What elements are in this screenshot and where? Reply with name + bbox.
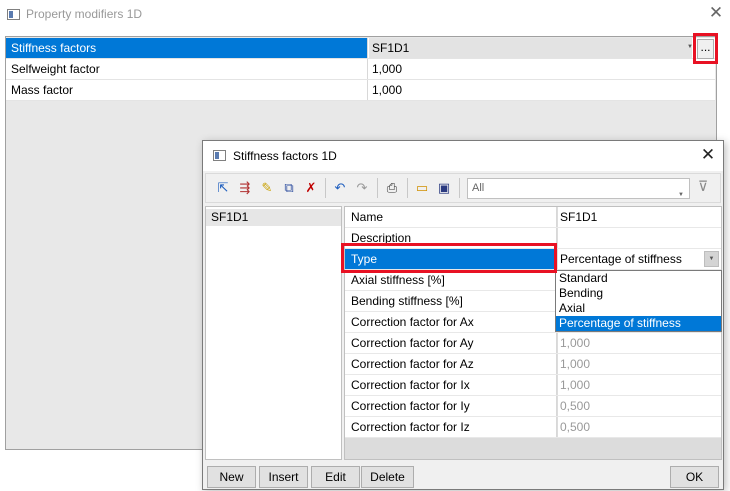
outer-title-bar: Property modifiers 1D ✕ (0, 0, 730, 30)
list-item[interactable]: SF1D1 (206, 209, 341, 226)
type-option-axial[interactable]: Axial (556, 301, 721, 316)
detail-grid: Name SF1D1 Description Type Percentage o… (344, 206, 722, 460)
detail-value[interactable]: 0,500 (558, 396, 721, 416)
button-bar: New Insert Edit Delete OK (205, 463, 721, 489)
detail-name: Correction factor for Iy (345, 396, 557, 416)
edit-button[interactable]: Edit (311, 466, 360, 488)
type-option-bending[interactable]: Bending (556, 286, 721, 301)
prop-value[interactable]: 1,000 (369, 80, 715, 100)
outer-window-title: Property modifiers 1D (26, 7, 143, 21)
delete-button[interactable]: Delete (361, 466, 414, 488)
detail-name: Correction factor for Ix (345, 375, 557, 395)
filter-select[interactable]: All ▼ (467, 178, 690, 199)
detail-name: Name (345, 207, 557, 227)
prop-row-stiffness[interactable]: Stiffness factors SF1D1 ▼ (6, 38, 715, 59)
filter-funnel-icon[interactable]: ⊽ (694, 178, 712, 198)
detail-row[interactable]: Name SF1D1 (345, 207, 721, 228)
new-button[interactable]: New (207, 466, 256, 488)
print-icon[interactable]: ⎙ (383, 179, 401, 197)
toolbar-separator (325, 178, 326, 198)
inner-title-bar: Stiffness factors 1D ✕ (203, 141, 723, 171)
dropdown-arrow-icon[interactable]: ▼ (704, 251, 719, 267)
prop-name: Mass factor (6, 80, 368, 100)
type-option-percentage[interactable]: Percentage of stiffness (556, 316, 721, 331)
type-value: Percentage of stiffness (560, 252, 682, 266)
detail-value[interactable]: 1,000 (558, 354, 721, 374)
detail-name: Correction factor for Az (345, 354, 557, 374)
detail-name: Correction factor for Iz (345, 417, 557, 437)
inner-close-icon[interactable]: ✕ (698, 144, 718, 166)
dropdown-arrow-icon[interactable]: ▼ (687, 44, 693, 50)
detail-row[interactable]: Description (345, 228, 721, 249)
app-window-icon (213, 150, 226, 161)
prop-value[interactable]: SF1D1 (369, 38, 692, 58)
detail-name: Correction factor for Ax (345, 312, 557, 332)
edit-pen-icon[interactable]: ✎ (258, 179, 276, 197)
property-grid: Stiffness factors SF1D1 ▼ Selfweight fac… (6, 38, 715, 101)
duplicate-icon[interactable]: ⧉ (280, 179, 298, 197)
type-dropdown-list: Standard Bending Axial Percentage of sti… (555, 270, 722, 332)
detail-row[interactable]: Correction factor for Ay 1,000 (345, 333, 721, 354)
detail-row[interactable]: Correction factor for Iy 0,500 (345, 396, 721, 417)
detail-row[interactable]: Correction factor for Az 1,000 (345, 354, 721, 375)
detail-name: Bending stiffness [%] (345, 291, 557, 311)
toolbar-separator (377, 178, 378, 198)
item-list: SF1D1 (205, 206, 342, 460)
undo-icon[interactable]: ↶ (331, 179, 349, 197)
inner-window-title: Stiffness factors 1D (233, 149, 337, 163)
ok-button[interactable]: OK (670, 466, 719, 488)
insert-button[interactable]: Insert (259, 466, 308, 488)
detail-row[interactable]: Correction factor for Iz 0,500 (345, 417, 721, 438)
prop-name: Selfweight factor (6, 59, 368, 79)
detail-name: Type (345, 249, 557, 269)
detail-value[interactable]: SF1D1 (558, 207, 721, 227)
detail-name: Correction factor for Ay (345, 333, 557, 353)
detail-value[interactable]: 0,500 (558, 417, 721, 437)
toolbar-separator (407, 178, 408, 198)
type-combo[interactable]: Percentage of stiffness ▼ (558, 249, 721, 269)
prop-row-selfweight[interactable]: Selfweight factor 1,000 (6, 59, 715, 80)
dropdown-arrow-icon: ▼ (678, 192, 684, 198)
outer-close-icon[interactable]: ✕ (706, 3, 726, 23)
redo-icon[interactable]: ↷ (353, 179, 371, 197)
detail-row-type[interactable]: Type Percentage of stiffness ▼ (345, 249, 721, 270)
import-icon[interactable]: ⇱ (214, 179, 232, 197)
detail-value[interactable] (558, 228, 721, 248)
open-folder-icon[interactable]: ▭ (413, 179, 431, 197)
prop-row-mass[interactable]: Mass factor 1,000 (6, 80, 715, 101)
prop-value[interactable]: 1,000 (369, 59, 715, 79)
app-window-icon (7, 9, 20, 20)
detail-value[interactable]: 1,000 (558, 333, 721, 353)
copy-to-icon[interactable]: ⇶ (236, 179, 254, 197)
delete-icon[interactable]: ✗ (302, 179, 320, 197)
save-icon[interactable]: ▣ (435, 179, 453, 197)
type-option-standard[interactable]: Standard (556, 271, 721, 286)
toolbar-separator (459, 178, 460, 198)
edit-stiffness-ellipsis-button[interactable]: ... (697, 39, 714, 59)
toolbar: ⇱ ⇶ ✎ ⧉ ✗ ↶ ↷ ⎙ ▭ ▣ All ▼ ⊽ (205, 173, 721, 203)
detail-value[interactable]: 1,000 (558, 375, 721, 395)
detail-name: Description (345, 228, 557, 248)
filter-value: All (472, 182, 485, 194)
detail-name: Axial stiffness [%] (345, 270, 557, 290)
prop-name: Stiffness factors (6, 38, 368, 58)
detail-row[interactable]: Correction factor for Ix 1,000 (345, 375, 721, 396)
